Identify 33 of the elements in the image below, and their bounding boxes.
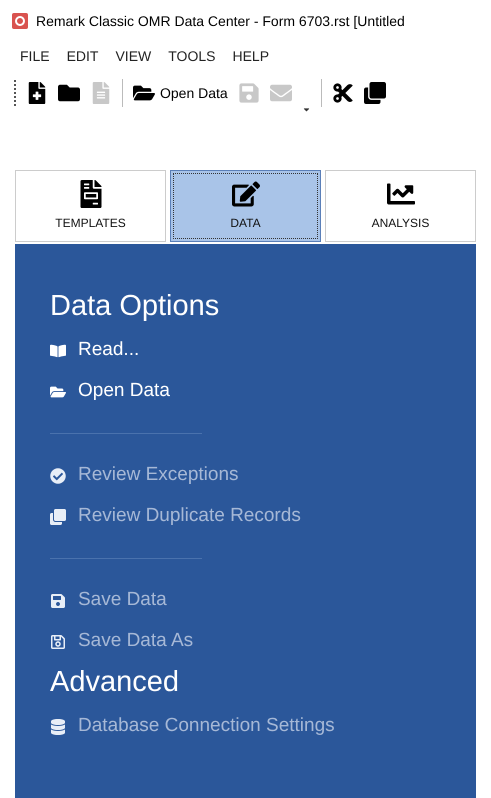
toolbar-button[interactable] — [26, 82, 48, 104]
tab[interactable]: TEMPLATES — [15, 170, 166, 242]
menu-item[interactable]: EDIT — [66, 46, 98, 66]
tab[interactable]: DATA — [170, 170, 321, 242]
database-icon — [50, 718, 66, 734]
section-heading: Data Options — [50, 289, 220, 324]
folder-icon — [50, 384, 66, 400]
document-icon — [90, 82, 112, 104]
save-icon — [238, 82, 260, 104]
copy-icon — [364, 82, 386, 104]
save-icon — [50, 592, 66, 608]
toolbar-button[interactable]: Open Data — [133, 82, 228, 104]
app-logo-icon — [12, 13, 28, 29]
new-file-icon — [26, 82, 48, 104]
envelope-icon — [270, 82, 292, 104]
toolbar-button[interactable] — [58, 82, 80, 104]
duplicate-icon — [50, 508, 66, 524]
panel-item[interactable]: Read... — [50, 330, 441, 371]
folder-icon — [58, 82, 80, 104]
panel-item[interactable]: Open Data — [50, 371, 441, 412]
menu-item[interactable]: HELP — [232, 46, 270, 66]
menu-item[interactable]: TOOLS — [168, 46, 216, 66]
edit-icon — [232, 180, 260, 208]
menu-item[interactable]: FILE — [20, 46, 50, 66]
window-title: Remark Classic OMR Data Center - Form 6703.rst [Untitled — [36, 12, 405, 31]
toolbar-button[interactable] — [332, 82, 354, 104]
book-icon — [50, 342, 66, 358]
save-icon — [50, 634, 66, 650]
section-heading: Advanced — [50, 665, 180, 700]
scissors-icon — [332, 82, 354, 104]
tab[interactable]: ANALYSIS — [325, 170, 476, 242]
menu-item[interactable]: VIEW — [115, 46, 152, 66]
toolbar-button[interactable] — [364, 82, 386, 104]
